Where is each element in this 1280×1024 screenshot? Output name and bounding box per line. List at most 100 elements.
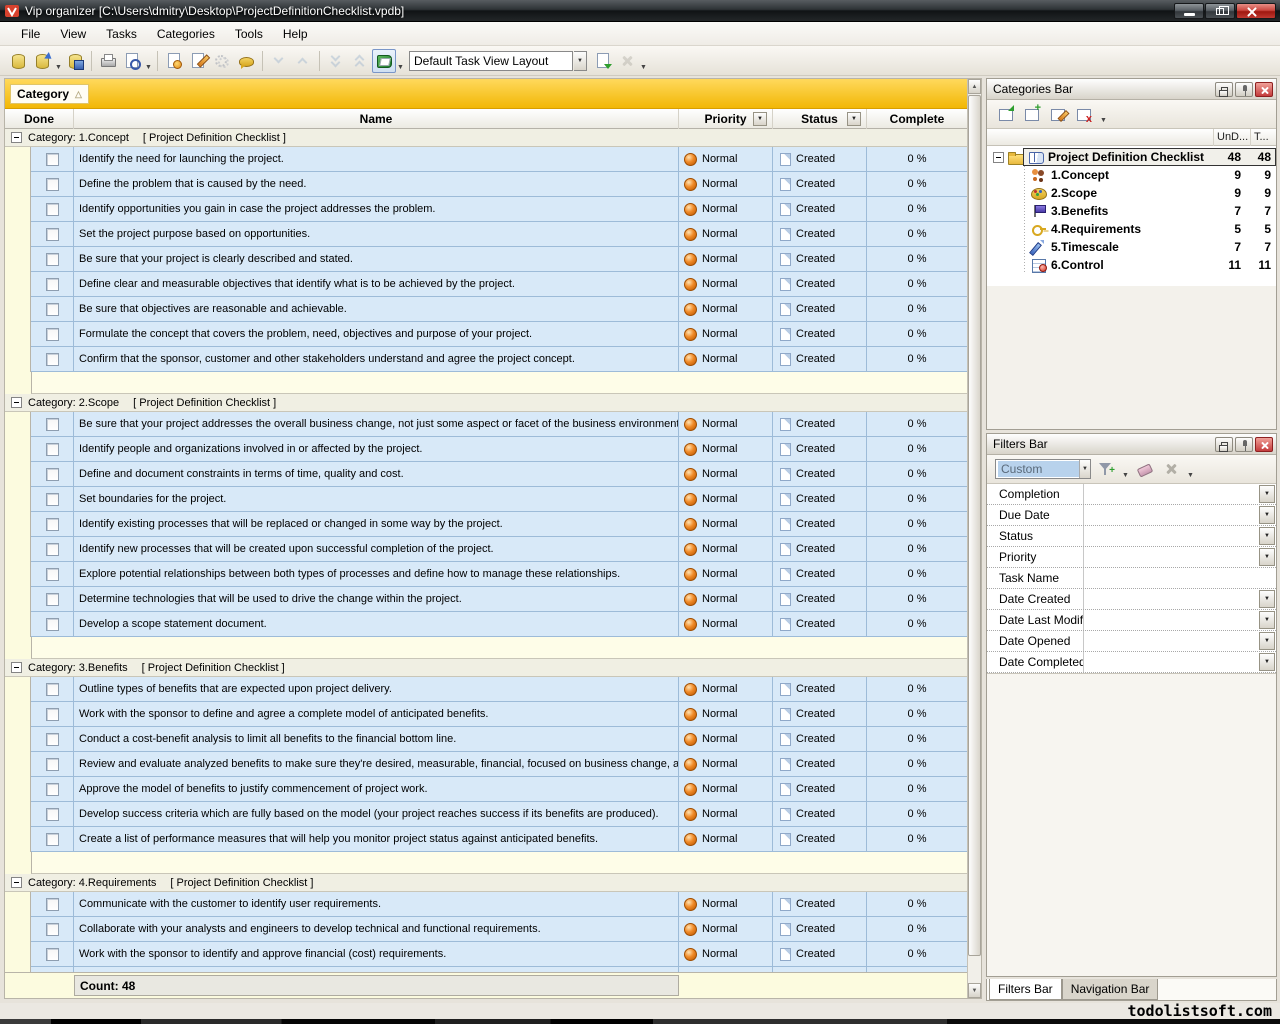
task-row[interactable]: Create a list of performance measures th… <box>5 827 967 852</box>
task-priority[interactable]: Normal <box>679 587 773 612</box>
task-status[interactable]: Created <box>773 827 867 852</box>
task-view-mode-button[interactable] <box>372 49 396 73</box>
column-complete[interactable]: Complete <box>867 109 967 129</box>
tree-category-item[interactable]: 3.Benefits 77 <box>987 202 1276 220</box>
categories-toolbar-dropdown[interactable]: ▼ <box>1099 117 1108 128</box>
tree-category-item[interactable]: 1.Concept 99 <box>987 166 1276 184</box>
done-checkbox[interactable] <box>46 833 59 846</box>
task-name[interactable]: Identify new processes that will be crea… <box>74 537 679 562</box>
open-database-button[interactable] <box>30 49 54 73</box>
task-row[interactable]: Identify new processes that will be crea… <box>5 537 967 562</box>
task-name[interactable]: Be sure that your project is clearly des… <box>74 247 679 272</box>
task-name[interactable]: Identify opportunities you gain in case … <box>74 197 679 222</box>
done-checkbox[interactable] <box>46 493 59 506</box>
task-complete[interactable]: 0 % <box>867 917 967 942</box>
task-status[interactable]: Created <box>773 197 867 222</box>
done-checkbox[interactable] <box>46 443 59 456</box>
layout-dropdown[interactable]: ▼ <box>639 64 648 75</box>
task-row[interactable]: Set boundaries for the project. Normal C… <box>5 487 967 512</box>
task-complete[interactable]: 0 % <box>867 462 967 487</box>
task-name[interactable]: Develop a scope statement document. <box>74 612 679 637</box>
delete-filter-button[interactable] <box>1160 458 1182 480</box>
panel-tab[interactable]: Filters Bar <box>989 979 1062 1000</box>
done-checkbox[interactable] <box>46 278 59 291</box>
task-priority[interactable]: Normal <box>679 752 773 777</box>
new-category-button[interactable] <box>995 103 1017 125</box>
print-preview-button[interactable] <box>120 49 144 73</box>
task-status[interactable]: Created <box>773 147 867 172</box>
task-status[interactable]: Created <box>773 802 867 827</box>
task-status[interactable]: Created <box>773 272 867 297</box>
task-row[interactable]: Be sure that your project addresses the … <box>5 412 967 437</box>
collapse-icon[interactable] <box>11 877 22 888</box>
view-mode-dropdown[interactable]: ▼ <box>396 64 405 75</box>
task-status[interactable]: Created <box>773 727 867 752</box>
panel-tab[interactable]: Navigation Bar <box>1062 979 1159 1000</box>
task-complete[interactable]: 0 % <box>867 347 967 372</box>
task-row[interactable]: Review and evaluate analyzed benefits to… <box>5 752 967 777</box>
category-group-header[interactable]: Category: 2.Scope [ Project Definition C… <box>5 394 967 412</box>
task-priority[interactable]: Normal <box>679 147 773 172</box>
layout-combo[interactable]: Default Task View Layout <box>409 51 573 71</box>
task-name[interactable]: Set boundaries for the project. <box>74 487 679 512</box>
task-complete[interactable]: 0 % <box>867 612 967 637</box>
task-complete[interactable]: 0 % <box>867 147 967 172</box>
task-row[interactable]: Work with the sponsor to define and agre… <box>5 702 967 727</box>
task-row[interactable]: Confirm that the sponsor, customer and o… <box>5 347 967 372</box>
task-row[interactable]: Identify the need for launching the proj… <box>5 147 967 172</box>
filters-close-button[interactable] <box>1255 437 1273 452</box>
task-priority[interactable]: Normal <box>679 562 773 587</box>
done-checkbox[interactable] <box>46 253 59 266</box>
new-subcategory-button[interactable] <box>1021 103 1043 125</box>
done-checkbox[interactable] <box>46 203 59 216</box>
menu-item[interactable]: Tasks <box>97 24 146 44</box>
task-complete[interactable]: 0 % <box>867 702 967 727</box>
task-complete[interactable]: 0 % <box>867 322 967 347</box>
status-filter-button[interactable]: ▼ <box>847 112 861 126</box>
filter-preset-dropdown[interactable]: ▼ <box>1079 460 1090 478</box>
task-service-button[interactable] <box>210 49 234 73</box>
filter-dropdown-button[interactable]: ▼ <box>1259 506 1275 524</box>
task-complete[interactable]: 0 % <box>867 942 967 967</box>
done-checkbox[interactable] <box>46 733 59 746</box>
filter-dropdown-button[interactable]: ▼ <box>1259 485 1275 503</box>
task-name[interactable]: Work with the sponsor to define and agre… <box>74 702 679 727</box>
move-down-button[interactable] <box>267 49 291 73</box>
task-name[interactable]: Set the project purpose based on opportu… <box>74 222 679 247</box>
task-row[interactable]: Collaborate with your analysts and engin… <box>5 917 967 942</box>
task-priority[interactable]: Normal <box>679 892 773 917</box>
print-dropdown[interactable]: ▼ <box>144 64 153 75</box>
task-name[interactable]: Collaborate with your analysts and engin… <box>74 917 679 942</box>
task-priority[interactable]: Normal <box>679 347 773 372</box>
new-database-button[interactable] <box>6 49 30 73</box>
task-name[interactable]: Formulate the concept that covers the pr… <box>74 322 679 347</box>
done-checkbox[interactable] <box>46 328 59 341</box>
done-checkbox[interactable] <box>46 353 59 366</box>
vertical-scrollbar[interactable]: ▲ ▼ <box>967 79 981 998</box>
save-database-button[interactable] <box>63 49 87 73</box>
task-status[interactable]: Created <box>773 562 867 587</box>
task-complete[interactable]: 0 % <box>867 197 967 222</box>
task-complete[interactable]: 0 % <box>867 537 967 562</box>
task-row[interactable]: Be sure that your project is clearly des… <box>5 247 967 272</box>
done-checkbox[interactable] <box>46 518 59 531</box>
task-priority[interactable]: Normal <box>679 322 773 347</box>
tree-category-item[interactable]: 6.Control 1111 <box>987 256 1276 274</box>
task-priority[interactable]: Normal <box>679 437 773 462</box>
task-status[interactable]: Created <box>773 487 867 512</box>
collapse-icon[interactable] <box>11 662 22 673</box>
task-priority[interactable]: Normal <box>679 172 773 197</box>
column-undone[interactable]: UnD... <box>1213 129 1250 146</box>
task-priority[interactable]: Normal <box>679 537 773 562</box>
task-row[interactable]: Explore potential relationships between … <box>5 562 967 587</box>
task-row[interactable]: Work with the sponsor to identify and ap… <box>5 942 967 967</box>
task-row[interactable]: Develop a scope statement document. Norm… <box>5 612 967 637</box>
task-complete[interactable]: 0 % <box>867 827 967 852</box>
column-priority[interactable]: Priority ▼ <box>679 109 773 129</box>
task-row[interactable]: Set the project purpose based on opportu… <box>5 222 967 247</box>
task-name[interactable]: Identify people and organizations involv… <box>74 437 679 462</box>
done-checkbox[interactable] <box>46 923 59 936</box>
collapse-icon[interactable] <box>11 397 22 408</box>
task-priority[interactable]: Normal <box>679 272 773 297</box>
move-up-button[interactable] <box>291 49 315 73</box>
